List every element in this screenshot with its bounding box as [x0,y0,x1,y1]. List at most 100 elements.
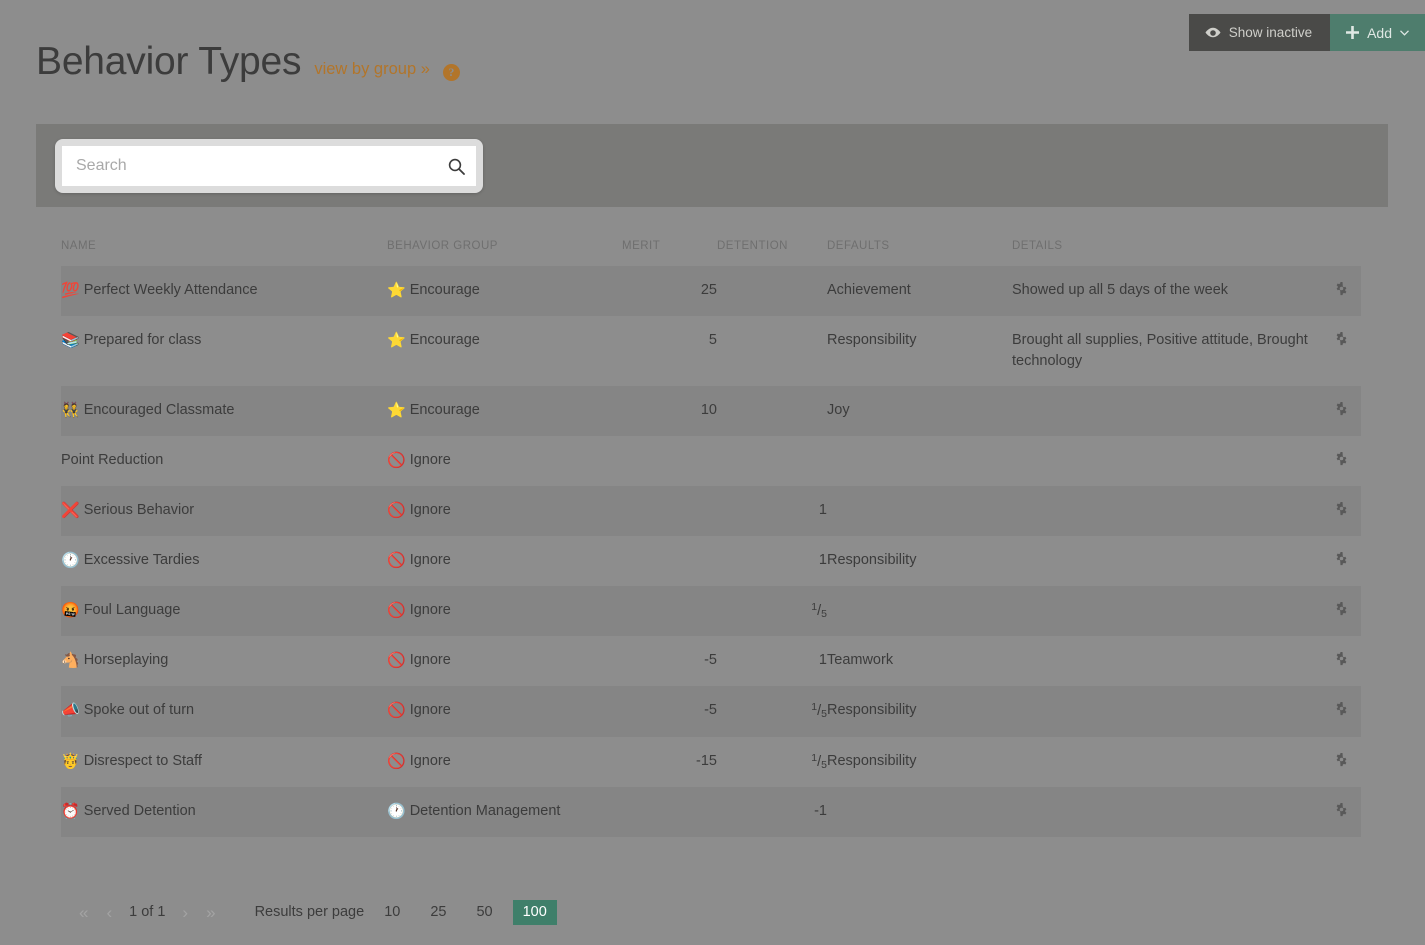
column-header-defaults[interactable]: DEFAULTS [827,240,1012,266]
behavior-name-link[interactable]: Served Detention [84,803,196,819]
cell-merit: -5 [622,636,717,686]
behavior-types-table-wrap: NAME BEHAVIOR GROUP MERIT DETENTION DEFA… [61,240,1361,837]
behavior-name-link[interactable]: Prepared for class [84,332,202,348]
prohibited-icon: 🚫 [387,502,406,519]
behavior-name-link[interactable]: Spoke out of turn [84,702,194,718]
table-row[interactable]: 📣Spoke out of turn🚫Ignore-51/5Responsibi… [61,686,1361,736]
gear-icon[interactable] [1334,701,1349,723]
behavior-name-link[interactable]: Excessive Tardies [84,552,200,568]
detention-fraction: 1/5 [811,603,827,619]
gear-icon[interactable] [1334,802,1349,824]
cell-merit: 5 [622,316,717,386]
cell-name: ⏰Served Detention [61,787,387,837]
page-header: Behavior Types view by group » ? [36,42,460,81]
behavior-group-link[interactable]: Encourage [410,332,480,348]
table-body: 💯Perfect Weekly Attendance⭐Encourage25Ac… [61,266,1361,837]
cell-actions [1322,316,1361,386]
cell-actions [1322,686,1361,736]
prohibited-icon: 🚫 [387,602,406,619]
gear-icon[interactable] [1334,752,1349,774]
behavior-name-link[interactable]: Perfect Weekly Attendance [84,282,258,298]
clock-icon: 🕐 [387,803,406,820]
behavior-name-link[interactable]: Horseplaying [84,652,169,668]
behavior-group-link[interactable]: Ignore [410,753,451,769]
gear-icon[interactable] [1334,551,1349,573]
table-row[interactable]: ❌Serious Behavior🚫Ignore1 [61,486,1361,536]
cell-name: ❌Serious Behavior [61,486,387,536]
cell-defaults: Responsibility [827,737,1012,787]
behavior-name-link[interactable]: Point Reduction [61,452,163,468]
cell-details [1012,386,1322,436]
gear-icon[interactable] [1334,501,1349,523]
cursing-face-icon: 🤬 [61,602,80,619]
table-row[interactable]: 🤬Foul Language 🚫Ignore 1/5 [61,586,1361,636]
view-by-group-link[interactable]: view by group » [314,60,430,79]
behavior-group-link[interactable]: Ignore [410,502,451,518]
gear-icon[interactable] [1334,331,1349,353]
gear-icon[interactable] [1334,651,1349,673]
table-row[interactable]: 👯Encouraged Classmate⭐Encourage10Joy [61,386,1361,436]
search-box [62,146,476,186]
table-row[interactable]: ⏰Served Detention🕐Detention Management -1 [61,787,1361,837]
cell-actions [1322,436,1361,486]
add-button[interactable]: Add [1330,14,1425,51]
cell-defaults: Responsibility [827,316,1012,386]
cell-behavior-group: 🚫Ignore [387,636,622,686]
behavior-group-link[interactable]: Ignore [410,552,451,568]
table-row[interactable]: Point Reduction 🚫Ignore [61,436,1361,486]
results-per-page-option-100[interactable]: 100 [513,900,557,925]
cell-behavior-group: 🚫Ignore [387,737,622,787]
cell-merit: 25 [622,266,717,316]
cell-detention: -1 [717,787,827,837]
gear-icon[interactable] [1334,401,1349,423]
gear-icon[interactable] [1334,451,1349,473]
cell-details [1012,586,1322,636]
behavior-name-link[interactable]: Serious Behavior [84,502,194,518]
search-input[interactable] [62,146,436,186]
cell-details [1012,486,1322,536]
behavior-group-link[interactable]: Encourage [410,402,480,418]
behavior-group-link[interactable]: Ignore [410,602,451,618]
table-row[interactable]: 💯Perfect Weekly Attendance⭐Encourage25Ac… [61,266,1361,316]
gear-icon[interactable] [1334,601,1349,623]
cell-detention: 1/5 [717,737,827,787]
cell-details[interactable]: Brought all supplies, Positive attitude,… [1012,316,1322,386]
column-header-name[interactable]: NAME [61,240,387,266]
behavior-group-link[interactable]: Ignore [410,652,451,668]
results-per-page-option-50[interactable]: 50 [466,900,502,925]
behavior-group-link[interactable]: Encourage [410,282,480,298]
behavior-name-link[interactable]: Disrespect to Staff [84,753,202,769]
pagination-prev-button[interactable]: ‹ [97,902,121,923]
pagination-first-button[interactable]: « [70,902,97,923]
table-row[interactable]: 🤴Disrespect to Staff🚫Ignore-151/5Respons… [61,737,1361,787]
cell-name: 👯Encouraged Classmate [61,386,387,436]
cell-name: 🕐Excessive Tardies [61,536,387,586]
table-row[interactable]: 📚Prepared for class⭐Encourage5Responsibi… [61,316,1361,386]
search-icon[interactable] [436,146,476,186]
cell-behavior-group: 🚫Ignore [387,436,622,486]
show-inactive-button[interactable]: Show inactive [1189,14,1330,51]
pagination-next-button[interactable]: › [173,902,197,923]
cell-actions [1322,386,1361,436]
column-header-merit[interactable]: MERIT [622,240,717,266]
column-header-group[interactable]: BEHAVIOR GROUP [387,240,622,266]
table-row[interactable]: 🐴Horseplaying🚫Ignore-51Teamwork [61,636,1361,686]
behavior-group-link[interactable]: Ignore [410,702,451,718]
gear-icon[interactable] [1334,281,1349,303]
behavior-group-link[interactable]: Detention Management [410,803,561,819]
column-header-detention[interactable]: DETENTION [717,240,827,266]
cell-actions [1322,737,1361,787]
eye-icon [1205,27,1221,38]
page-title: Behavior Types [36,42,301,81]
help-circle-icon[interactable]: ? [443,64,460,81]
behavior-name-link[interactable]: Encouraged Classmate [84,402,235,418]
pagination-last-button[interactable]: » [197,902,224,923]
results-per-page-option-25[interactable]: 25 [420,900,456,925]
behavior-group-link[interactable]: Ignore [410,452,451,468]
column-header-details[interactable]: DETAILS [1012,240,1322,266]
behavior-name-link[interactable]: Foul Language [84,602,181,618]
results-per-page-option-10[interactable]: 10 [374,900,410,925]
cell-behavior-group: ⭐Encourage [387,316,622,386]
table-row[interactable]: 🕐Excessive Tardies🚫Ignore1Responsibility [61,536,1361,586]
cell-details[interactable]: Showed up all 5 days of the week [1012,266,1322,316]
